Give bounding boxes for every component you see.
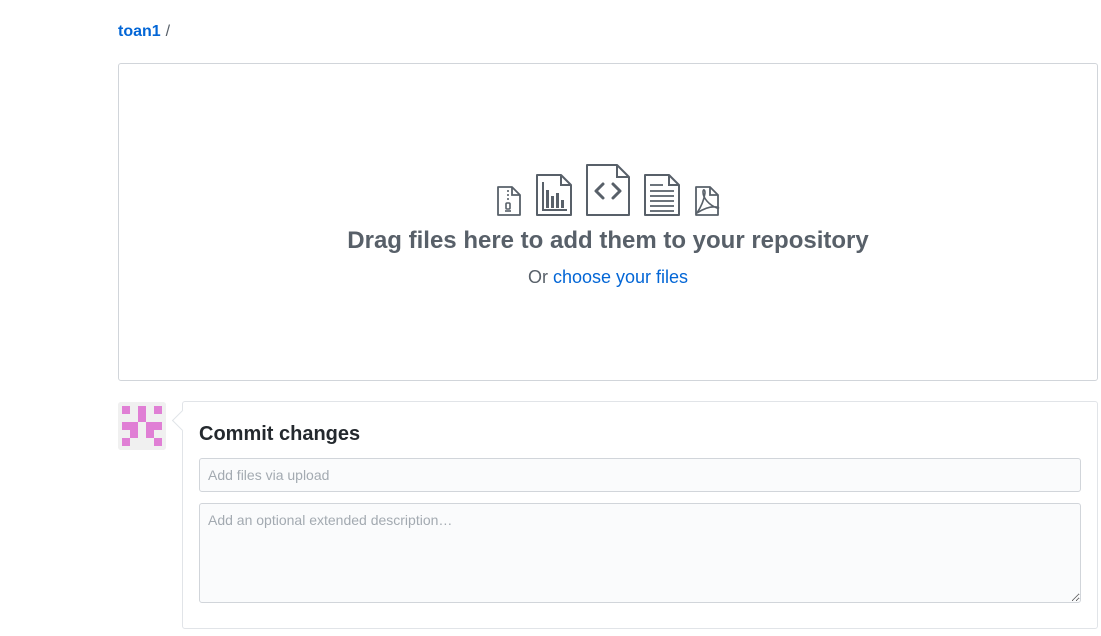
code-file-icon — [586, 164, 630, 216]
repo-owner-link[interactable]: toan1 — [118, 23, 161, 40]
zip-file-icon — [497, 186, 521, 216]
commit-summary-input[interactable] — [199, 458, 1081, 492]
breadcrumb-separator: / — [165, 23, 171, 40]
identicon-icon — [118, 402, 166, 450]
avatar[interactable] — [118, 402, 166, 450]
commit-form: Commit changes — [182, 401, 1098, 629]
commit-form-title: Commit changes — [199, 423, 361, 445]
commit-description-textarea[interactable] — [199, 503, 1081, 603]
drop-zone-subtitle: Or choose your files — [119, 265, 1097, 289]
text-file-icon — [644, 174, 681, 216]
graph-file-icon — [535, 174, 572, 216]
breadcrumb: toan1/ — [118, 22, 170, 42]
drop-zone-or-text: Or — [527, 267, 548, 287]
file-drop-zone[interactable]: Drag files here to add them to your repo… — [118, 63, 1098, 381]
file-type-icons — [119, 164, 1097, 218]
drop-zone-title: Drag files here to add them to your repo… — [347, 227, 869, 254]
choose-files-link[interactable]: choose your files — [553, 267, 688, 287]
pdf-file-icon — [695, 186, 720, 216]
